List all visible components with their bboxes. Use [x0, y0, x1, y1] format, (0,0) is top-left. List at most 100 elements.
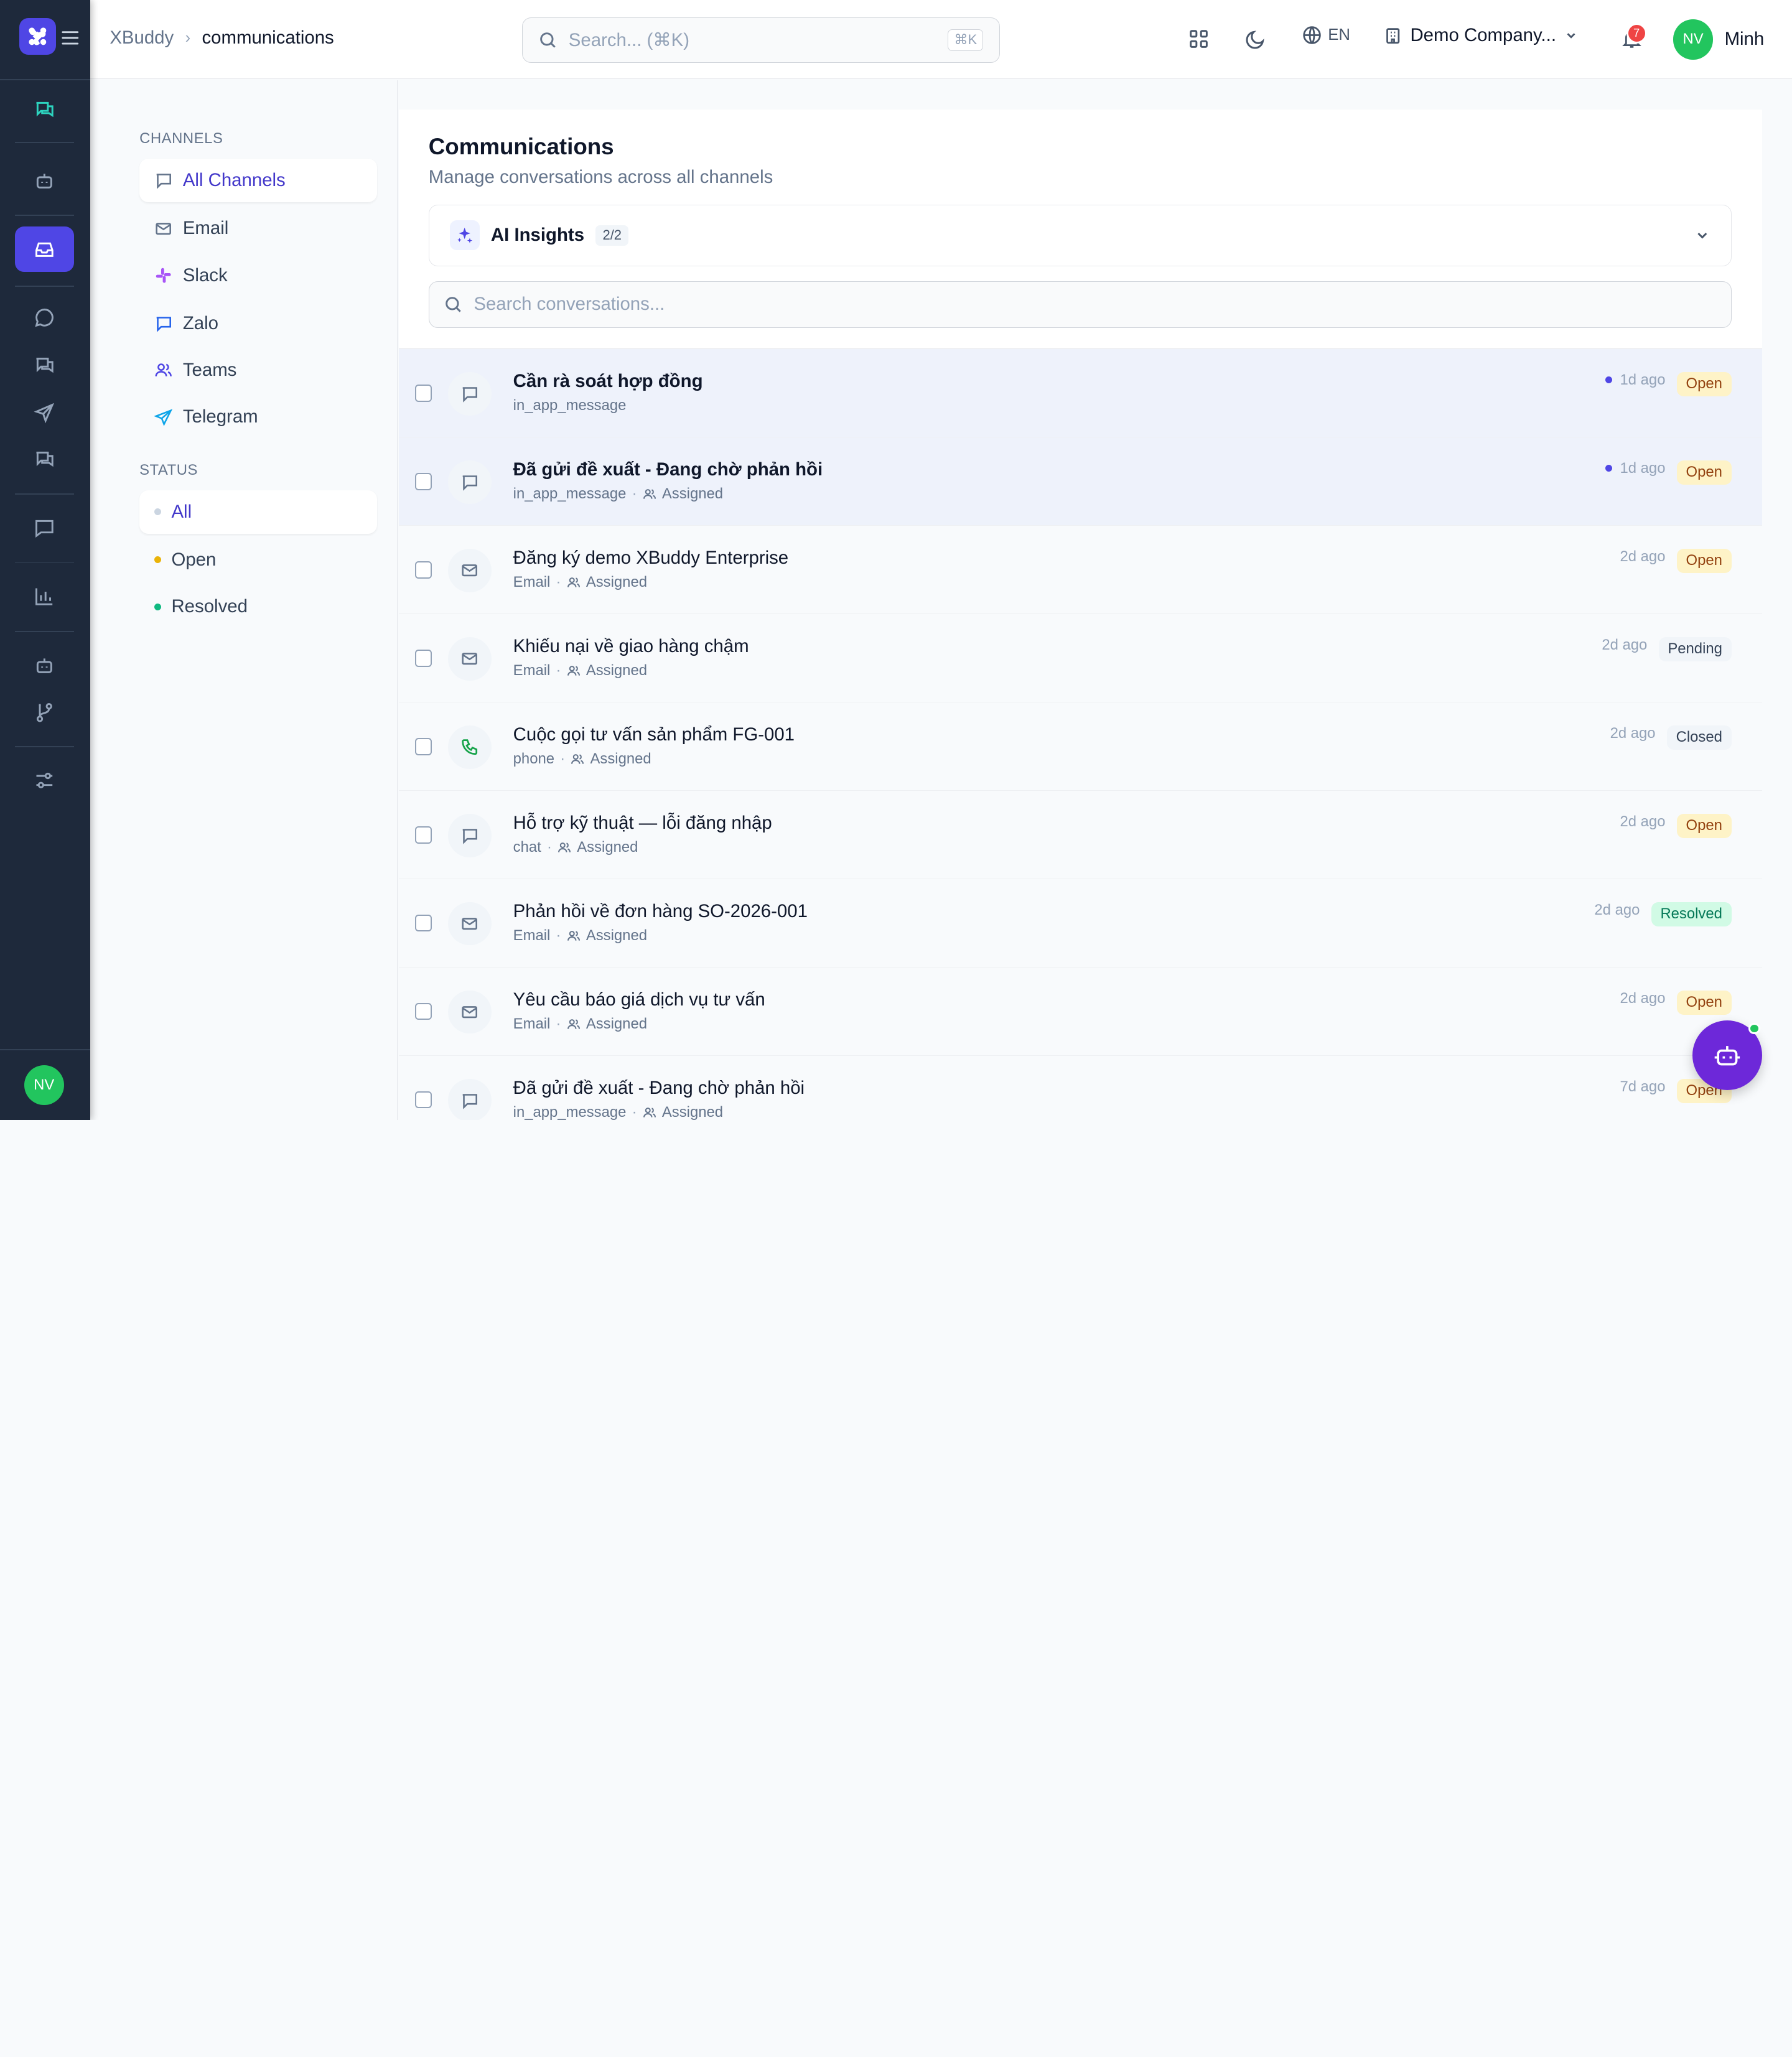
- channel-sidebar: CHANNELS All Channels Email Slack Zalo T…: [90, 80, 398, 1120]
- main-panel: Communications Manage conversations acro…: [399, 110, 1762, 1120]
- messages-icon[interactable]: [15, 343, 75, 388]
- channel-zalo[interactable]: Zalo: [139, 302, 377, 345]
- conversation-title[interactable]: Cuộc gọi tư vấn sản phẩm FG-001: [513, 724, 795, 745]
- chevron-down-icon[interactable]: [1694, 227, 1710, 243]
- conversation-title[interactable]: Đăng ký demo XBuddy Enterprise: [513, 548, 789, 569]
- send-icon: [154, 408, 172, 426]
- conversation-channel: Email: [513, 1015, 551, 1033]
- user-menu[interactable]: NV Minh: [1673, 19, 1764, 59]
- conversation-title[interactable]: Đã gửi đề xuất - Đang chờ phản hồi: [513, 1078, 805, 1099]
- bar-chart-icon[interactable]: [15, 574, 75, 619]
- row-checkbox[interactable]: [415, 826, 432, 844]
- conversation-time: 1d ago: [1605, 371, 1666, 389]
- status-badge: Pending: [1659, 637, 1732, 661]
- conversation-channel: Email: [513, 574, 551, 591]
- inbox-icon[interactable]: [15, 226, 75, 272]
- message-circle-icon[interactable]: [15, 295, 75, 340]
- conversation-row[interactable]: Đã gửi đề xuất - Đang chờ phản hồi in_app…: [399, 1056, 1762, 1120]
- status-badge: Open: [1677, 814, 1732, 838]
- company-switcher[interactable]: Demo Company...: [1384, 25, 1578, 46]
- chat-bubbles-icon[interactable]: [15, 87, 75, 133]
- send-icon[interactable]: [15, 389, 75, 435]
- conversation-row[interactable]: Đã gửi đề xuất - Đang chờ phản hồi in_app…: [399, 437, 1762, 526]
- conversation-meta: Email·Assigned: [513, 927, 647, 945]
- menu-icon[interactable]: [62, 30, 79, 51]
- conversation-title[interactable]: Khiếu nại về giao hàng chậm: [513, 636, 749, 657]
- conversation-time-text: 2d ago: [1620, 548, 1666, 566]
- conversation-row[interactable]: Khiếu nại về giao hàng chậm Email·Assigne…: [399, 614, 1762, 702]
- conversation-title[interactable]: Hỗ trợ kỹ thuật — lỗi đăng nhập: [513, 813, 772, 834]
- comment-icon[interactable]: [15, 505, 75, 551]
- conversation-title[interactable]: Phản hồi về đơn hàng SO-2026-001: [513, 901, 808, 922]
- sliders-icon[interactable]: [15, 758, 75, 803]
- users-icon: [558, 841, 571, 854]
- rail-divider: [15, 493, 75, 495]
- conversation-row[interactable]: Yêu cầu báo giá dịch vụ tư vấnEmail·Assi…: [399, 968, 1762, 1056]
- conversation-channel: in_app_message: [513, 1104, 627, 1120]
- app-logo-icon[interactable]: [19, 18, 56, 55]
- channel-teams[interactable]: Teams: [139, 348, 377, 392]
- conversations-icon[interactable]: [15, 437, 75, 482]
- conversation-row[interactable]: Cuộc gọi tư vấn sản phẩm FG-001phone·Ass…: [399, 702, 1762, 791]
- meta-separator: ·: [560, 750, 565, 768]
- ai-insights-panel[interactable]: AI Insights 2/2: [429, 205, 1732, 266]
- apps-grid-icon[interactable]: [1185, 25, 1213, 52]
- users-icon: [567, 1017, 581, 1031]
- conversation-row[interactable]: Đăng ký demo XBuddy EnterpriseEmail·Assi…: [399, 526, 1762, 614]
- sparkles-icon: [450, 220, 480, 250]
- moon-icon[interactable]: [1242, 25, 1269, 52]
- status-badge: Resolved: [1651, 902, 1732, 926]
- row-checkbox[interactable]: [415, 1003, 432, 1020]
- conversation-assigned: Assigned: [590, 750, 651, 768]
- conversation-assigned: Assigned: [586, 1015, 647, 1033]
- conversation-title[interactable]: Yêu cầu báo giá dịch vụ tư vấn: [513, 989, 765, 1010]
- message-square-icon: [448, 460, 492, 504]
- row-checkbox[interactable]: [415, 915, 432, 932]
- conversation-row[interactable]: Hỗ trợ kỹ thuật — lỗi đăng nhậpchat·Assi…: [399, 791, 1762, 879]
- row-checkbox[interactable]: [415, 1091, 432, 1109]
- rail-divider: [15, 631, 75, 632]
- conversation-meta: in_app_message·Assigned: [513, 485, 723, 503]
- status-all[interactable]: All: [139, 490, 377, 534]
- rail-divider: [15, 215, 75, 216]
- global-search-input[interactable]: Search... (⌘K) ⌘K: [522, 17, 1000, 63]
- meta-separator: ·: [547, 839, 552, 856]
- breadcrumb-current: communications: [202, 27, 334, 49]
- channel-telegram[interactable]: Telegram: [139, 395, 377, 439]
- globe-icon: [1302, 25, 1322, 45]
- conversation-meta: Email·Assigned: [513, 662, 647, 679]
- status-open[interactable]: Open: [139, 538, 377, 582]
- rail-avatar[interactable]: NV: [24, 1065, 64, 1105]
- breadcrumb-root[interactable]: XBuddy: [110, 27, 174, 49]
- status-dot: [154, 556, 161, 563]
- page-title: Communications: [429, 134, 614, 160]
- conversation-row[interactable]: Cần rà soát hợp đồngin_app_message1d ago…: [399, 349, 1762, 437]
- left-rail: NV: [0, 0, 90, 1120]
- row-checkbox[interactable]: [415, 561, 432, 579]
- bot-icon[interactable]: [15, 157, 75, 203]
- conversation-title[interactable]: Cần rà soát hợp đồng: [513, 371, 703, 392]
- ai-insights-count: 2/2: [595, 225, 628, 246]
- users-icon: [154, 361, 172, 379]
- conversation-search-placeholder: Search conversations...: [474, 294, 665, 315]
- conversation-time-text: 2d ago: [1602, 637, 1647, 654]
- row-checkbox[interactable]: [415, 385, 432, 402]
- row-checkbox[interactable]: [415, 473, 432, 490]
- language-switcher[interactable]: EN: [1302, 25, 1350, 45]
- conversation-row[interactable]: Phản hồi về đơn hàng SO-2026-001 Email·As…: [399, 879, 1762, 968]
- channel-all[interactable]: All Channels: [139, 159, 377, 202]
- rail-divider: [0, 1049, 90, 1050]
- git-branch-icon[interactable]: [15, 689, 75, 735]
- status-resolved[interactable]: Resolved: [139, 585, 377, 628]
- conversation-assigned: Assigned: [586, 662, 647, 679]
- conversation-title[interactable]: Đã gửi đề xuất - Đang chờ phản hồi: [513, 459, 823, 480]
- status-label: All: [171, 501, 192, 523]
- channel-slack[interactable]: Slack: [139, 254, 377, 297]
- conversation-search-input[interactable]: Search conversations...: [429, 281, 1732, 328]
- row-checkbox[interactable]: [415, 650, 432, 667]
- conversation-status-group: 2d agoOpen: [1620, 991, 1732, 1015]
- channel-email[interactable]: Email: [139, 207, 377, 250]
- users-icon: [567, 576, 581, 589]
- row-checkbox[interactable]: [415, 738, 432, 755]
- bot-icon[interactable]: [15, 642, 75, 688]
